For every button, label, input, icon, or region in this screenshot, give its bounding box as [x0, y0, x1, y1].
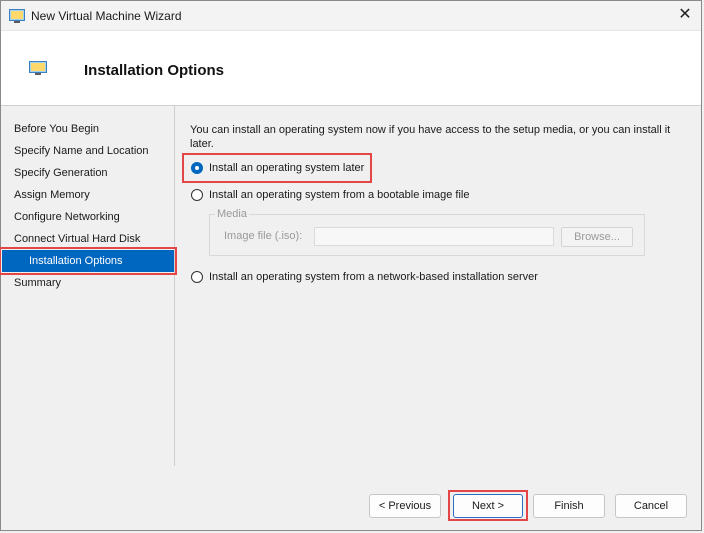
- nav-item-summary[interactable]: Summary: [2, 272, 174, 294]
- radio-indicator[interactable]: [191, 162, 203, 174]
- finish-button[interactable]: Finish: [533, 494, 605, 518]
- nav-item-connect-virtual-hard-disk[interactable]: Connect Virtual Hard Disk: [2, 228, 174, 250]
- image-file-label: Image file (.iso):: [224, 230, 303, 242]
- title-bar: New Virtual Machine Wizard ✕: [1, 1, 701, 31]
- intro-text: You can install an operating system now …: [190, 124, 671, 150]
- nav-item-before-you-begin[interactable]: Before You Begin: [2, 118, 174, 140]
- cancel-button[interactable]: Cancel: [615, 494, 687, 518]
- browse-button[interactable]: Browse...: [561, 227, 633, 247]
- radio-indicator[interactable]: [191, 271, 203, 283]
- nav-item-specify-name-location[interactable]: Specify Name and Location: [2, 140, 174, 162]
- vm-monitor-icon: [9, 9, 25, 23]
- previous-button[interactable]: < Previous: [369, 494, 441, 518]
- window-title: New Virtual Machine Wizard: [31, 9, 182, 23]
- nav-item-configure-networking[interactable]: Configure Networking: [2, 206, 174, 228]
- wizard-window: New Virtual Machine Wizard ✕ Installatio…: [0, 0, 702, 531]
- vm-monitor-icon: [29, 61, 47, 75]
- next-button[interactable]: Next >: [453, 494, 523, 518]
- nav-item-installation-options[interactable]: Installation Options: [0, 247, 177, 275]
- nav-item-specify-generation[interactable]: Specify Generation: [2, 162, 174, 184]
- wizard-header: Installation Options: [1, 31, 701, 106]
- close-icon[interactable]: ✕: [677, 7, 693, 23]
- radio-indicator[interactable]: [191, 189, 203, 201]
- radio-label: Install an operating system from a boota…: [209, 189, 470, 201]
- wizard-steps-nav: Before You Begin Specify Name and Locati…: [0, 106, 177, 466]
- media-legend: Media: [215, 208, 249, 220]
- image-file-input[interactable]: [314, 227, 554, 246]
- radio-label: Install an operating system from a netwo…: [209, 271, 538, 283]
- radio-label: Install an operating system later: [209, 162, 365, 174]
- page-title: Installation Options: [84, 62, 225, 79]
- nav-item-assign-memory[interactable]: Assign Memory: [2, 184, 174, 206]
